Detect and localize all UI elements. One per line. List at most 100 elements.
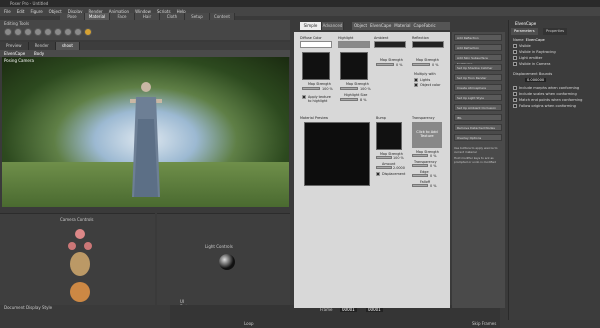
diffuse-texture-thumb[interactable]	[302, 52, 330, 80]
tab-properties[interactable]: Properties	[543, 28, 568, 35]
camera-widget-icon[interactable]	[60, 226, 100, 306]
transparency-amount-slider[interactable]	[412, 164, 428, 167]
create-atmosphere-button[interactable]: Create Atmosphere	[454, 84, 502, 91]
body-select[interactable]: Body	[34, 51, 44, 56]
overlay-options-button[interactable]: Overlay Options	[454, 134, 502, 141]
multiply-object-color-checkbox[interactable]	[414, 83, 418, 87]
highlight-map-strength-value[interactable]: 100 %	[360, 87, 371, 91]
include-morphs-checkbox[interactable]	[513, 86, 517, 90]
ambient-color-swatch[interactable]	[374, 41, 406, 48]
figure-model[interactable]	[130, 79, 162, 199]
object-select[interactable]: ElvenCape	[370, 22, 391, 30]
light-style-button[interactable]: Set Up Light Style	[454, 94, 502, 101]
remove-detached-nodes-button[interactable]: Remove Detached Nodes	[454, 124, 502, 131]
diffuse-map-strength-label: Map Strength	[308, 82, 331, 86]
transparency-map-strength-value[interactable]: 0 %	[430, 154, 436, 158]
add-refraction-button[interactable]: Add Refraction	[454, 44, 502, 51]
reflection-map-strength-slider[interactable]	[412, 63, 430, 66]
apply-texture-highlight-checkbox[interactable]	[302, 95, 306, 99]
follow-origins-checkbox[interactable]	[513, 104, 517, 108]
check-row[interactable]: Visible	[513, 44, 531, 48]
bump-amount-value[interactable]: 2.0000	[393, 166, 405, 170]
ibl-button[interactable]: IBL	[454, 114, 502, 121]
rotate-tool-icon[interactable]	[4, 28, 12, 36]
check-row[interactable]: Light emitter	[513, 56, 542, 60]
transparency-map-strength-slider[interactable]	[412, 154, 428, 157]
transparency-falloff-value[interactable]: 0 %	[430, 184, 436, 188]
scale-tool-icon[interactable]	[44, 28, 52, 36]
visible-raytracing-checkbox[interactable]	[513, 50, 517, 54]
check-row[interactable]: Follow origins when conforming	[513, 104, 576, 108]
add-reflection-button[interactable]: Add Reflection	[454, 34, 502, 41]
3d-viewport[interactable]: Posing Camera	[2, 57, 289, 207]
tab-render[interactable]: Render	[29, 42, 56, 50]
click-to-add-texture-button[interactable]: Click to Add Texture	[412, 122, 442, 148]
name-value[interactable]: ElvenCape	[526, 38, 545, 42]
material-select[interactable]: CapeFabric	[414, 22, 436, 30]
translate-tool-icon[interactable]	[24, 28, 32, 36]
translate-in-out-tool-icon[interactable]	[34, 28, 42, 36]
loop-label[interactable]: Loop	[244, 321, 254, 326]
ambient-map-strength-slider[interactable]	[376, 63, 394, 66]
figure-select[interactable]: ElvenCape	[4, 51, 25, 56]
twist-tool-icon[interactable]	[14, 28, 22, 36]
check-row[interactable]: Include morphs when conforming	[513, 86, 579, 90]
ambient-occlusion-button[interactable]: Set Up Ambient Occlusion	[454, 104, 502, 111]
menu-figure[interactable]: Figure	[30, 9, 42, 14]
taper-tool-icon[interactable]	[54, 28, 62, 36]
menu-file[interactable]: File	[4, 9, 11, 14]
toon-render-button[interactable]: Set Up Toon Render	[454, 74, 502, 81]
wacros-panel: Add Reflection Add Refraction Add Skin S…	[452, 32, 505, 308]
visible-camera-label: Visible in Camera	[519, 62, 551, 66]
tab-parameters[interactable]: Parameters	[511, 28, 538, 35]
skip-frames-label[interactable]: Skip Frames	[472, 321, 496, 326]
wacros-note-2: Hold modifier keys to ack as prompted or…	[454, 156, 496, 164]
transparency-edge-value[interactable]: 0 %	[430, 174, 436, 178]
diffuse-color-swatch[interactable]	[300, 41, 332, 48]
grouping-tool-icon[interactable]	[84, 28, 92, 36]
check-row[interactable]: Include scales when conforming	[513, 92, 577, 96]
bump-amount-slider[interactable]	[376, 166, 392, 169]
diffuse-color-label: Diffuse Color	[300, 36, 322, 40]
chain-break-tool-icon[interactable]	[64, 28, 72, 36]
tab-advanced[interactable]: Advanced	[322, 22, 344, 30]
check-row[interactable]: Match end points when conforming	[513, 98, 582, 102]
tab-shoot[interactable]: shoot	[55, 42, 80, 50]
light-sphere-icon[interactable]	[219, 254, 235, 270]
check-row[interactable]: Visible in Raytracing	[513, 50, 556, 54]
light-emitter-checkbox[interactable]	[513, 56, 517, 60]
multiply-lights-checkbox[interactable]	[414, 78, 418, 82]
bump-texture-thumb[interactable]	[376, 122, 402, 150]
transparency-edge-slider[interactable]	[412, 174, 428, 177]
color-tool-icon[interactable]	[74, 28, 82, 36]
tab-preview[interactable]: Preview	[0, 42, 29, 50]
include-scales-checkbox[interactable]	[513, 92, 517, 96]
ambient-map-strength-value[interactable]: 0 %	[396, 63, 402, 67]
highlight-map-strength-slider[interactable]	[340, 87, 358, 90]
highlight-texture-thumb[interactable]	[340, 52, 368, 80]
highlight-size-slider[interactable]	[340, 98, 358, 101]
name-label: Name	[513, 38, 524, 42]
menu-edit[interactable]: Edit	[17, 9, 25, 14]
tab-simple[interactable]: Simple	[300, 22, 322, 30]
visible-checkbox[interactable]	[513, 44, 517, 48]
highlight-size-value[interactable]: 8 %	[360, 98, 366, 102]
check-row[interactable]: Visible in Camera	[513, 62, 550, 66]
displacement-checkbox[interactable]	[376, 172, 380, 176]
camera-label: Posing Camera	[4, 58, 34, 63]
reflection-color-swatch[interactable]	[412, 41, 444, 48]
bump-map-strength-value[interactable]: 100 %	[393, 156, 404, 160]
transparency-amount-value[interactable]: 0 %	[430, 164, 436, 168]
highlight-color-swatch[interactable]	[338, 41, 370, 48]
bump-map-strength-slider[interactable]	[376, 156, 392, 159]
displacement-bounds-input[interactable]: 0.000000	[525, 78, 547, 82]
diffuse-map-strength-slider[interactable]	[302, 87, 320, 90]
diffuse-map-strength-value[interactable]: 100 %	[322, 87, 333, 91]
shadow-catcher-button[interactable]: Set Up Shadow Catcher	[454, 64, 502, 71]
add-sss-button[interactable]: Add Skin Subsurface Scattering	[454, 54, 502, 66]
visible-camera-checkbox[interactable]	[513, 62, 517, 66]
follow-origins-label: Follow origins when conforming	[519, 104, 576, 108]
reflection-map-strength-value[interactable]: 0 %	[432, 63, 438, 67]
match-end-points-checkbox[interactable]	[513, 98, 517, 102]
transparency-falloff-slider[interactable]	[412, 184, 428, 187]
